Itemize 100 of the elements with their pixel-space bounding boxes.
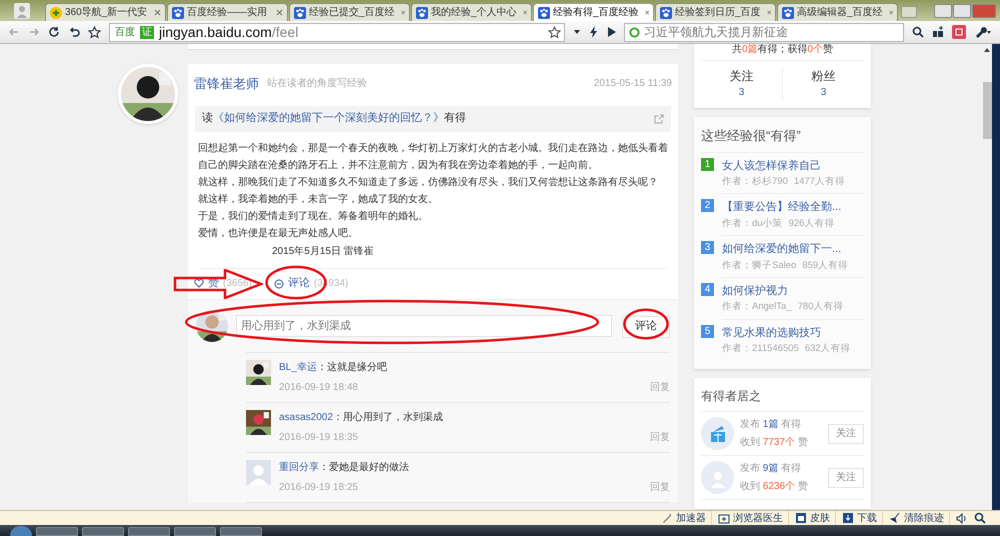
card-title: 这些经验很“有得” bbox=[701, 126, 864, 152]
article-link[interactable]: 【重要公告】经验全勤... bbox=[722, 199, 864, 216]
address-field[interactable]: 百度 证 jingyan.baidu.com/feel bbox=[109, 22, 565, 42]
comment-text: ：爱她是最好的做法 bbox=[319, 460, 409, 474]
site-label: 百度 bbox=[114, 26, 136, 40]
tab-title: 高级编辑器_百度经 bbox=[797, 6, 883, 20]
commenter-name[interactable]: asasas2002 bbox=[279, 410, 333, 424]
star-icon[interactable] bbox=[548, 26, 561, 38]
article-count: 1477人有得 bbox=[794, 175, 845, 189]
forward-icon[interactable] bbox=[28, 26, 40, 38]
close-icon[interactable] bbox=[888, 9, 893, 16]
taskbar-button[interactable] bbox=[82, 527, 124, 536]
tab-title: 经验已提交_百度经 bbox=[309, 6, 395, 20]
follow-button[interactable]: 关注 bbox=[828, 468, 864, 488]
close-icon[interactable] bbox=[400, 9, 405, 16]
tab-title: 我的经验_个人中心 bbox=[431, 6, 517, 20]
new-tab-button[interactable] bbox=[901, 6, 917, 18]
zoom-icon[interactable] bbox=[974, 512, 986, 524]
tab-title: 百度经验——实用 bbox=[187, 6, 267, 20]
first-aid-icon bbox=[718, 512, 730, 524]
author-tagline: 站在读者的角度写经验 bbox=[267, 76, 367, 92]
article-count: 780人有得 bbox=[798, 300, 844, 314]
refresh-icon[interactable] bbox=[48, 26, 60, 38]
article-author: 作者：211546505 bbox=[722, 342, 799, 356]
browser-tab[interactable]: 高级编辑器_百度经 bbox=[777, 3, 898, 21]
undo-icon[interactable] bbox=[68, 26, 80, 38]
comment-input[interactable]: 用心用到了，水到渠成 bbox=[236, 314, 612, 336]
browser-tab[interactable]: 经验签到日历_百度 bbox=[655, 3, 776, 21]
close-icon[interactable] bbox=[766, 9, 771, 16]
start-button[interactable] bbox=[10, 526, 32, 536]
post-signature: 2015年5月15日 雷锋崔 bbox=[271, 244, 375, 258]
browser-tab[interactable]: 经验已提交_百度经 bbox=[289, 3, 410, 21]
comment-time: 2016-09-19 18:25 bbox=[279, 480, 358, 494]
taskbar-button[interactable] bbox=[128, 527, 170, 536]
paw-icon bbox=[538, 6, 550, 18]
stat-label: 关注 bbox=[730, 68, 754, 85]
play-icon[interactable] bbox=[607, 27, 616, 37]
article-link[interactable]: 《如何给深爱的她留下一个深刻美好的回忆？》 bbox=[213, 110, 444, 127]
tab-title: 360导航_新一代安 bbox=[65, 6, 148, 20]
comment-time: 2016-09-19 18:35 bbox=[279, 430, 358, 444]
scrollbar-thumb[interactable] bbox=[982, 82, 992, 139]
post-paragraph: 就这样，我牵着她的手，未言一字，她成了我的女友。 bbox=[198, 192, 439, 206]
post-paragraph: 于是，我们的爱情走到了现在。筹备着明年的婚礼。 bbox=[198, 210, 429, 224]
taskbar-button[interactable] bbox=[220, 527, 262, 536]
article-link[interactable]: 如何保护视力 bbox=[722, 282, 864, 300]
wrench-icon[interactable] bbox=[974, 26, 992, 38]
browser-tab[interactable]: 我的经验_个人中心 bbox=[411, 3, 532, 21]
follow-button[interactable]: 关注 bbox=[828, 424, 864, 444]
close-icon[interactable] bbox=[644, 9, 649, 16]
search-engine-icon bbox=[629, 26, 640, 38]
user-icon bbox=[14, 3, 30, 19]
article-author: 作者：杉杉790 bbox=[722, 175, 788, 189]
article-link[interactable]: 常见水果的选购技巧 bbox=[722, 324, 864, 341]
close-icon[interactable] bbox=[154, 9, 161, 16]
search-icon[interactable] bbox=[912, 26, 924, 38]
lightning-icon[interactable] bbox=[589, 26, 599, 38]
browser-tab[interactable]: 经验有得_百度经验 bbox=[533, 3, 654, 21]
annotation-ellipse bbox=[624, 309, 668, 340]
commenter-name[interactable]: 重回分享 bbox=[279, 460, 319, 474]
person-icon bbox=[246, 460, 271, 484]
caret-icon[interactable] bbox=[573, 28, 581, 36]
close-icon[interactable] bbox=[522, 9, 527, 16]
taskbar-button[interactable] bbox=[36, 527, 78, 536]
close-icon[interactable] bbox=[276, 9, 283, 16]
paw-icon bbox=[660, 6, 672, 18]
article-count: 859人有得 bbox=[802, 258, 848, 272]
heart-icon bbox=[194, 279, 204, 288]
minimize-button[interactable] bbox=[934, 4, 952, 18]
back-icon[interactable] bbox=[8, 26, 20, 38]
external-link-icon[interactable] bbox=[654, 114, 664, 124]
article-link[interactable]: 如何给深爱的她留下一... bbox=[722, 241, 864, 258]
stat-value[interactable]: 3 bbox=[820, 85, 826, 100]
taskbar-button[interactable] bbox=[174, 527, 216, 536]
paw-icon bbox=[294, 6, 306, 18]
stat-value[interactable]: 3 bbox=[738, 85, 744, 100]
card-title: 有得者居之 bbox=[701, 387, 864, 412]
profile-summary: 共0篇有得；获得0个赞 bbox=[730, 44, 834, 56]
rank-badge: 5 bbox=[701, 324, 714, 338]
post-time: 2015-05-15 11:39 bbox=[594, 77, 672, 92]
paw-icon bbox=[782, 6, 794, 18]
author-name[interactable]: 雷锋崔老师 bbox=[194, 74, 259, 94]
commenter-avatar bbox=[246, 360, 271, 384]
maximize-button[interactable] bbox=[953, 4, 971, 18]
star-icon[interactable] bbox=[88, 26, 101, 38]
app-icon[interactable] bbox=[952, 25, 966, 39]
article-link[interactable]: 女人该怎样保养自己 bbox=[722, 158, 864, 174]
comment-text: ：这就是缘分吧 bbox=[316, 360, 387, 374]
quote-suffix: 有得 bbox=[444, 111, 466, 126]
paw-icon bbox=[416, 6, 428, 18]
commenter-name[interactable]: BL_幸运 bbox=[279, 360, 317, 374]
article-count: 926人有得 bbox=[788, 216, 834, 231]
browser-tab[interactable]: 360导航_新一代安 bbox=[45, 3, 166, 21]
grid-icon[interactable] bbox=[932, 26, 944, 38]
caret-icon[interactable] bbox=[984, 48, 990, 52]
article-count: 632人有得 bbox=[804, 342, 851, 356]
post-paragraph: 爱情，也许便是在最无声处感人吧。 bbox=[198, 226, 359, 240]
article-author: 作者：AngelTa_ bbox=[722, 300, 792, 314]
url-text: jingyan.baidu.com/feel bbox=[159, 22, 298, 42]
speaker-icon[interactable] bbox=[956, 512, 968, 524]
browser-tab[interactable]: 百度经验——实用 bbox=[167, 3, 288, 21]
